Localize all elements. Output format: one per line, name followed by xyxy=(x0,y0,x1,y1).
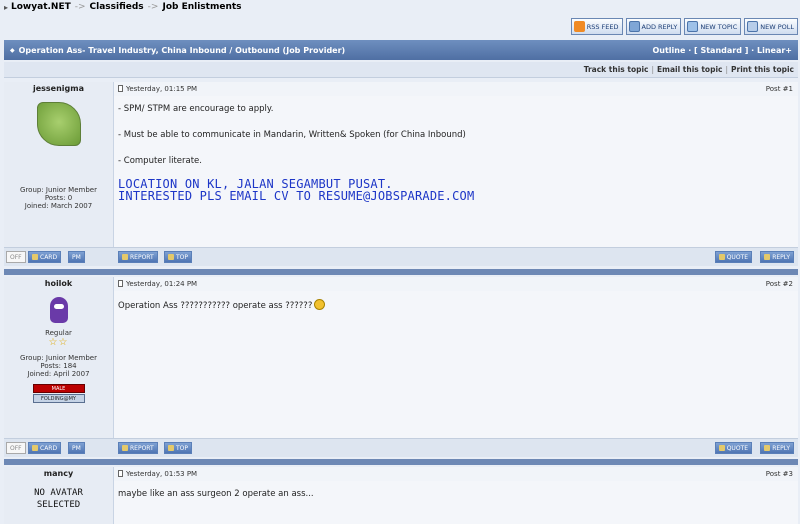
new-topic-button[interactable]: NEW TOPIC xyxy=(684,18,742,35)
post-divider xyxy=(4,459,798,465)
post-number[interactable]: Post #3 xyxy=(766,467,793,481)
breadcrumb-arrow-icon: ▸ xyxy=(4,2,9,12)
reply-icon xyxy=(764,445,771,451)
track-topic-link[interactable]: Track this topic xyxy=(584,65,649,74)
card-button[interactable]: CARD xyxy=(28,251,62,263)
card-icon xyxy=(32,254,38,260)
topic-title: Operation Ass- Travel Industry, China In… xyxy=(18,45,346,55)
post-body: maybe like an ass surgeon 2 operate an a… xyxy=(114,481,798,524)
top-icon xyxy=(168,445,174,451)
post-author-info: Regular ☆☆ Group: Junior Member Posts: 1… xyxy=(4,291,114,438)
top-button[interactable]: TOP xyxy=(164,442,193,454)
pm-button[interactable]: PM xyxy=(68,442,85,454)
reply-icon xyxy=(628,21,640,32)
post-highlight[interactable]: INTERESTED PLS EMAIL CV TO RESUME@JOBSPA… xyxy=(118,190,794,202)
post-line: - SPM/ STPM are encourage to apply. xyxy=(118,104,274,114)
post-doc-icon xyxy=(118,470,123,477)
post: hoilok Yesterday, 01:24 PM Post #2 Regul… xyxy=(4,277,798,457)
email-topic-link[interactable]: Email this topic xyxy=(657,65,722,74)
status-off-button[interactable]: OFF xyxy=(6,251,26,263)
member-joined: Joined: April 2007 xyxy=(27,370,90,378)
new-topic-icon xyxy=(687,21,699,32)
status-off-button[interactable]: OFF xyxy=(6,442,26,454)
post-header: hoilok Yesterday, 01:24 PM Post #2 xyxy=(4,277,798,291)
report-button[interactable]: REPORT xyxy=(118,251,158,263)
post-line: - Computer literate. xyxy=(118,156,202,166)
post-author-info: Group: Junior Member Posts: 0 Joined: Ma… xyxy=(4,96,114,247)
reply-icon xyxy=(764,254,771,260)
report-button[interactable]: REPORT xyxy=(118,442,158,454)
member-group: Group: Junior Member xyxy=(20,354,97,362)
no-avatar-text: NO AVATAR SELECTED xyxy=(34,488,83,510)
post-button-bar: OFF CARD PM REPORT TOP QUOTE REPLY xyxy=(4,247,798,266)
post-divider xyxy=(4,269,798,275)
avatar xyxy=(36,102,81,146)
breadcrumb-site[interactable]: Lowyat.NET xyxy=(11,2,71,12)
post-time: Yesterday, 01:53 PM xyxy=(126,470,198,478)
quote-button[interactable]: QUOTE xyxy=(714,251,752,263)
post-header: mancy Yesterday, 01:53 PM Post #3 xyxy=(4,467,798,481)
pm-button[interactable]: PM xyxy=(68,251,85,263)
report-icon xyxy=(122,445,128,451)
post-number[interactable]: Post #1 xyxy=(766,82,793,96)
bullet-icon: ◆ xyxy=(10,46,15,54)
top-icon xyxy=(168,254,174,260)
post: mancy Yesterday, 01:53 PM Post #3 NO AVA… xyxy=(4,467,798,524)
new-poll-button[interactable]: NEW POLL xyxy=(744,18,798,35)
post-body: - SPM/ STPM are encourage to apply. - Mu… xyxy=(114,96,798,247)
post-button-bar: OFF CARD PM REPORT TOP QUOTE REPLY xyxy=(4,438,798,457)
quote-button[interactable]: QUOTE xyxy=(714,442,752,454)
post-doc-icon xyxy=(118,85,123,92)
member-posts: Posts: 184 xyxy=(40,362,77,370)
post-text: maybe like an ass surgeon 2 operate an a… xyxy=(118,489,314,499)
quote-icon xyxy=(718,445,725,451)
reply-button[interactable]: REPLY xyxy=(760,251,794,263)
add-reply-button[interactable]: ADD REPLY xyxy=(625,18,682,35)
post-author[interactable]: mancy xyxy=(4,467,114,481)
post-doc-icon xyxy=(118,280,123,287)
gender-badge: MALE xyxy=(32,384,85,393)
topic-actions: Track this topic | Email this topic | Prin… xyxy=(4,62,798,78)
post-time: Yesterday, 01:15 PM xyxy=(126,85,198,93)
breadcrumb-section[interactable]: Classifieds xyxy=(90,2,144,12)
breadcrumb: ▸ Lowyat.NET -> Classifieds -> Job Enlis… xyxy=(4,2,242,12)
avatar xyxy=(49,297,68,323)
topic-toolbar: RSS FEED ADD REPLY NEW TOPIC NEW POLL xyxy=(570,18,798,35)
team-badge: FOLDING@MY xyxy=(32,394,85,403)
post-header: jessenigma Yesterday, 01:15 PM Post #1 xyxy=(4,82,798,96)
post-author[interactable]: hoilok xyxy=(4,277,114,291)
breadcrumb-forum[interactable]: Job Enlistments xyxy=(162,2,241,12)
member-group: Group: Junior Member xyxy=(20,186,97,194)
rss-icon xyxy=(573,21,585,32)
report-icon xyxy=(122,254,128,260)
view-mode-links[interactable]: Outline · [ Standard ] · Linear+ xyxy=(652,46,792,55)
post-author-info: NO AVATAR SELECTED xyxy=(4,481,114,524)
card-icon xyxy=(32,445,38,451)
member-joined: Joined: March 2007 xyxy=(24,202,93,210)
post-body: Operation Ass ??????????? operate ass ??… xyxy=(114,291,798,438)
top-button[interactable]: TOP xyxy=(164,251,193,263)
poll-icon xyxy=(747,21,759,32)
card-button[interactable]: CARD xyxy=(28,442,62,454)
smiley-icon xyxy=(314,299,326,310)
post-number[interactable]: Post #2 xyxy=(766,277,793,291)
rank-stars-icon: ☆☆ xyxy=(48,337,69,348)
post-time: Yesterday, 01:24 PM xyxy=(126,280,198,288)
member-rank: Regular xyxy=(45,329,72,337)
post-author[interactable]: jessenigma xyxy=(4,82,114,96)
reply-button[interactable]: REPLY xyxy=(760,442,794,454)
member-posts: Posts: 0 xyxy=(44,194,73,202)
print-topic-link[interactable]: Print this topic xyxy=(731,65,794,74)
quote-icon xyxy=(718,254,725,260)
topic-title-bar: ◆ Operation Ass- Travel Industry, China I… xyxy=(4,40,798,60)
post-line: - Must be able to communicate in Mandari… xyxy=(118,130,466,140)
post: jessenigma Yesterday, 01:15 PM Post #1 G… xyxy=(4,82,798,268)
rss-feed-button[interactable]: RSS FEED xyxy=(570,18,623,35)
post-text: Operation Ass ??????????? operate ass ??… xyxy=(118,301,313,311)
